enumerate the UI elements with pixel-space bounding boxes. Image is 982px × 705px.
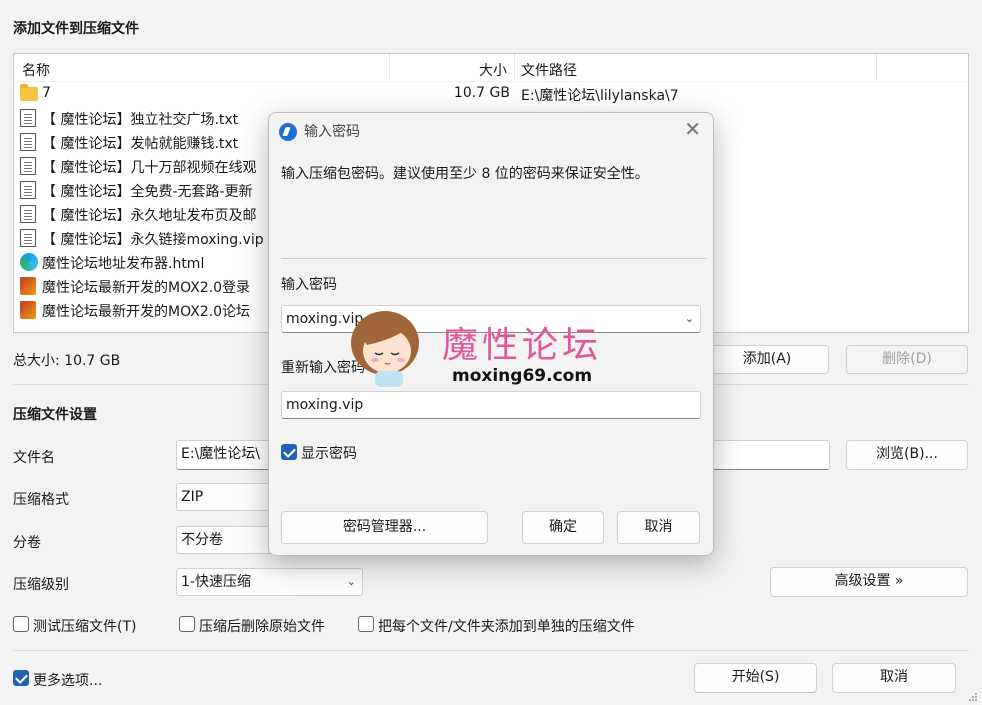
format-label: 压缩格式 [13, 492, 69, 508]
app-logo-icon [279, 123, 297, 141]
level-label: 压缩级别 [13, 577, 69, 593]
column-header-size[interactable]: 大小 [479, 60, 507, 80]
resize-grip-icon[interactable] [968, 692, 978, 702]
file-name: 【 魔性论坛】全免费-无套路-更新 [42, 184, 253, 200]
volume-value: 不分卷 [181, 532, 223, 548]
more-options-label: 更多选项... [33, 673, 103, 689]
mascot-watermark-image [351, 311, 419, 387]
advanced-settings-button[interactable]: 高级设置 » [770, 567, 968, 597]
dialog-description: 输入压缩包密码。建议使用至少 8 位的密码来保证安全性。 [281, 166, 649, 182]
watermark-text: 魔性论坛 [442, 325, 603, 366]
text-file-icon [20, 205, 36, 223]
dialog-cancel-button[interactable]: 取消 [617, 511, 700, 544]
file-name: 【 魔性论坛】永久地址发布页及邮 [42, 208, 257, 224]
ok-button[interactable]: 确定 [522, 511, 604, 544]
browse-button[interactable]: 浏览(B)... [846, 440, 968, 470]
chevron-down-icon[interactable]: ⌄ [685, 306, 694, 332]
file-path: E:\魔性论坛\lilylanska\7 [521, 88, 679, 104]
level-value: 1-快速压缩 [181, 574, 251, 590]
show-password-label: 显示密码 [301, 446, 357, 462]
filename-label: 文件名 [13, 450, 55, 466]
each-separate-label: 把每个文件/文件夹添加到单独的压缩文件 [378, 619, 635, 635]
settings-title: 压缩文件设置 [13, 407, 97, 423]
start-button[interactable]: 开始(S) [694, 663, 817, 693]
delete-after-checkbox[interactable] [179, 616, 195, 632]
chevron-down-icon: ⌄ [346, 575, 356, 588]
watermark-url: moxing69.com [452, 366, 593, 386]
text-file-icon [20, 109, 36, 127]
reenter-password-input[interactable]: moxing.vip [281, 391, 701, 419]
column-header-name[interactable]: 名称 [22, 60, 50, 80]
delete-after-label: 压缩后删除原始文件 [199, 619, 325, 635]
file-name: 魔性论坛最新开发的MOX2.0论坛 [42, 304, 251, 320]
folder-icon [20, 84, 38, 101]
level-select[interactable]: 1-快速压缩 ⌄ [176, 568, 363, 596]
dialog-title: 输入密码 [304, 124, 360, 140]
text-file-icon [20, 133, 36, 151]
file-name: 魔性论坛地址发布器.html [42, 256, 205, 272]
app-icon [20, 277, 36, 295]
volume-label: 分卷 [13, 535, 41, 551]
password-manager-button[interactable]: 密码管理器... [281, 511, 488, 544]
window-title: 添加文件到压缩文件 [13, 21, 139, 37]
file-name: 【 魔性论坛】发帖就能赚钱.txt [42, 136, 239, 152]
text-file-icon [20, 157, 36, 175]
test-archive-checkbox[interactable] [13, 616, 29, 632]
file-name: 魔性论坛最新开发的MOX2.0登录 [42, 280, 251, 296]
edge-icon [20, 253, 38, 271]
format-value: ZIP [181, 489, 204, 505]
delete-button[interactable]: 删除(D) [846, 345, 968, 374]
text-file-icon [20, 229, 36, 247]
file-name: 【 魔性论坛】独立社交广场.txt [42, 112, 239, 128]
file-name: 【 魔性论坛】几十万部视频在线观 [42, 160, 257, 176]
text-file-icon [20, 181, 36, 199]
file-name: 【 魔性论坛】永久链接moxing.vip [42, 232, 264, 248]
close-icon[interactable]: ✕ [684, 117, 701, 141]
cancel-button[interactable]: 取消 [832, 663, 956, 693]
file-list-header: 名称 大小 文件路径 [14, 54, 968, 82]
column-header-path[interactable]: 文件路径 [521, 60, 577, 80]
test-archive-label: 测试压缩文件(T) [33, 619, 137, 635]
table-row[interactable]: 7 10.7 GB E:\魔性论坛\lilylanska\7 [14, 82, 968, 106]
file-name: 7 [42, 85, 51, 101]
add-button[interactable]: 添加(A) [705, 345, 829, 374]
each-separate-checkbox[interactable] [358, 616, 374, 632]
password-label: 输入密码 [281, 277, 337, 293]
show-password-checkbox[interactable] [281, 444, 297, 460]
total-size: 总大小: 10.7 GB [13, 353, 121, 369]
more-options-checkbox[interactable] [13, 670, 29, 686]
app-icon [20, 301, 36, 319]
reenter-password-value: moxing.vip [286, 397, 364, 413]
file-size: 10.7 GB [453, 85, 510, 101]
